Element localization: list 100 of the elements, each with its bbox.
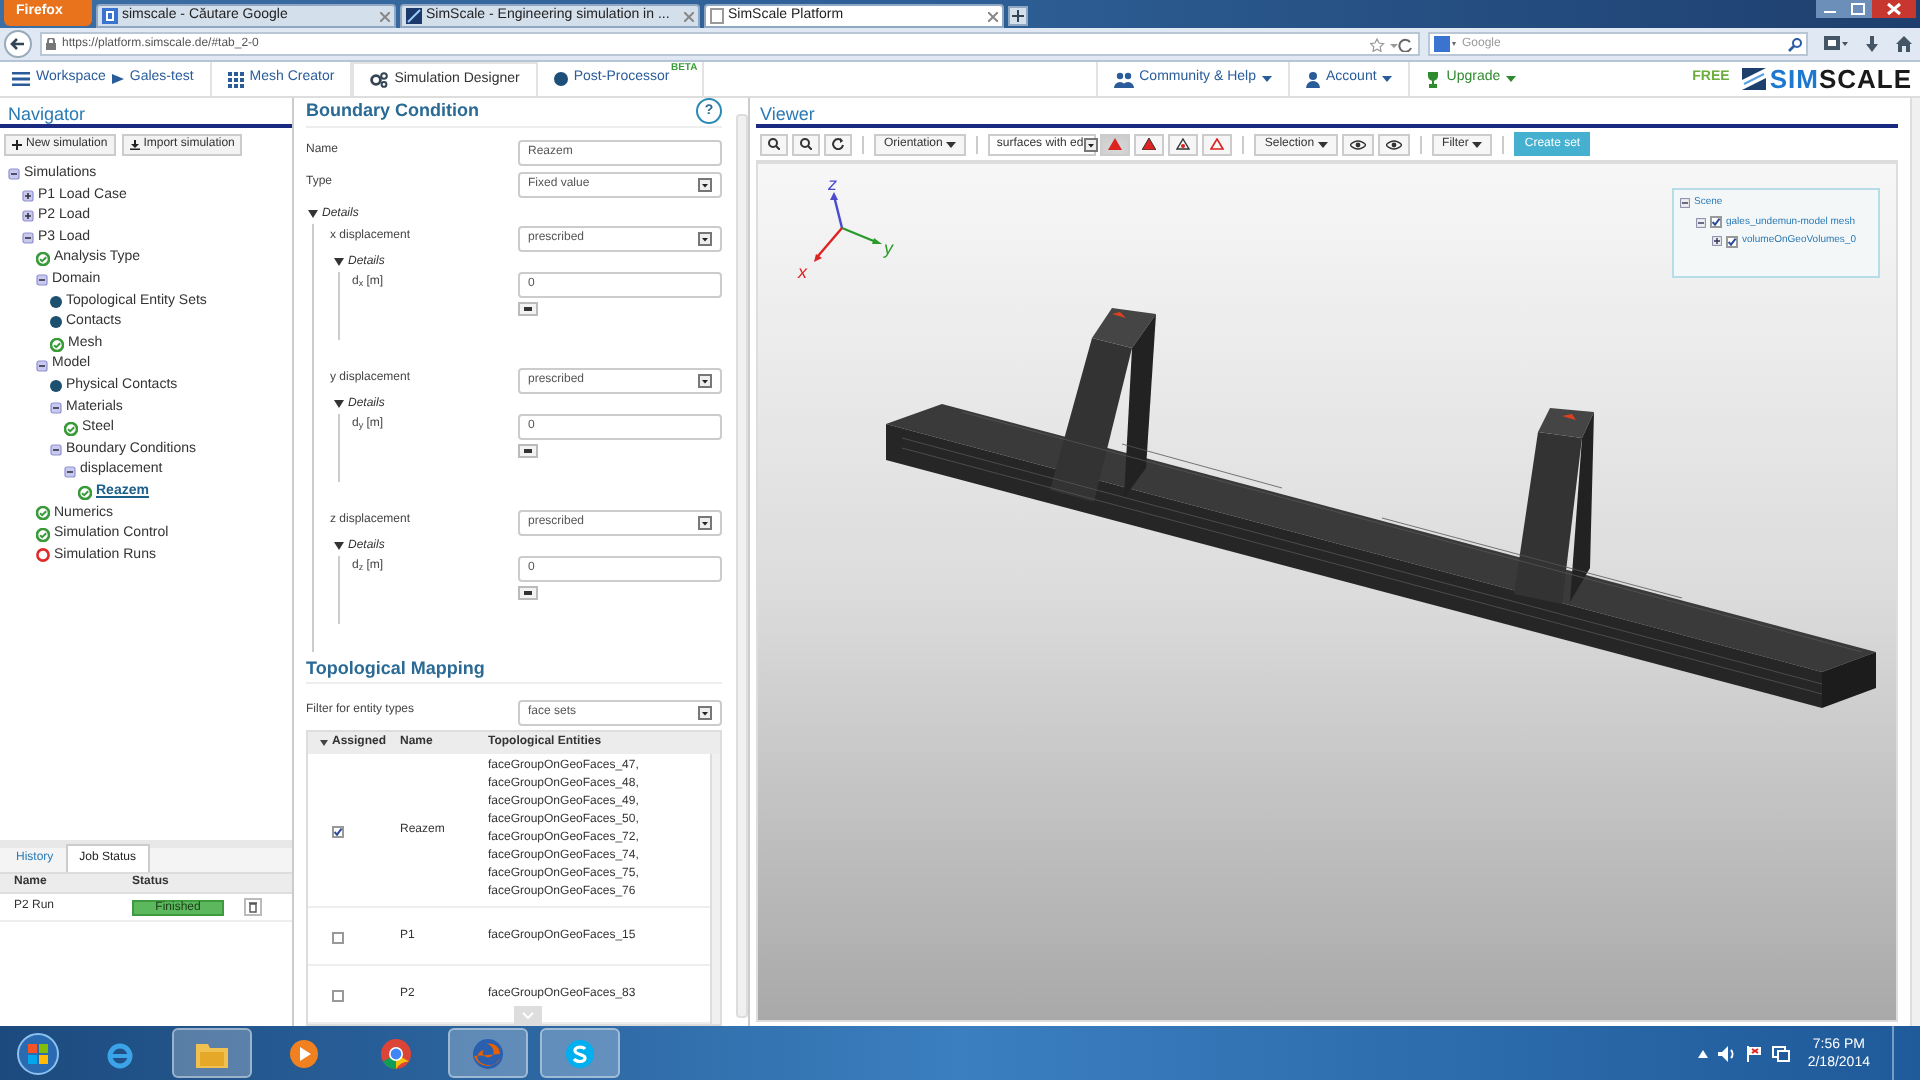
start-button[interactable] xyxy=(16,1031,60,1075)
y-axis: y xyxy=(841,226,893,258)
expanded-caret-icon[interactable] xyxy=(334,542,344,550)
z-axis: z xyxy=(828,174,844,229)
close-icon[interactable] xyxy=(380,11,390,21)
status-ok-icon xyxy=(50,337,64,352)
panel-title: Viewer xyxy=(756,98,1898,128)
collapse-icon[interactable] xyxy=(50,444,62,457)
triangle-icon xyxy=(1142,138,1157,150)
status-ok-icon xyxy=(36,527,50,542)
triangle-icon xyxy=(1108,138,1123,150)
logo-icon xyxy=(1741,68,1766,90)
render-mode-button[interactable] xyxy=(1134,133,1165,155)
dropdown-icon xyxy=(698,706,712,720)
gears-icon xyxy=(370,72,389,88)
render-mode-button[interactable] xyxy=(1168,133,1199,155)
section-title: Topological Mapping xyxy=(306,655,485,682)
flag-icon[interactable] xyxy=(1745,1045,1762,1061)
expanded-caret-icon[interactable] xyxy=(334,400,344,408)
bookmark-star-icon[interactable] xyxy=(1370,37,1414,51)
trash-icon[interactable] xyxy=(244,898,262,916)
home-icon[interactable] xyxy=(1896,36,1912,52)
tab-favicon-icon xyxy=(710,8,724,24)
network-icon[interactable] xyxy=(1771,1045,1790,1061)
minimize-icon[interactable] xyxy=(1816,0,1844,18)
status-dot-icon xyxy=(50,295,62,308)
caret-icon xyxy=(1382,76,1393,82)
speaker-icon[interactable] xyxy=(1717,1045,1736,1061)
expand-icon[interactable] xyxy=(22,189,34,202)
triangle-icon xyxy=(1210,138,1225,150)
close-icon[interactable] xyxy=(684,11,694,21)
dropdown-icon xyxy=(1083,137,1098,151)
taskbar-button[interactable] xyxy=(540,1028,620,1078)
section-title: Boundary Condition xyxy=(306,98,479,124)
close-icon[interactable] xyxy=(1872,0,1916,18)
collapse-icon[interactable] xyxy=(50,401,62,414)
eye-button[interactable] xyxy=(1342,133,1375,155)
checkbox[interactable] xyxy=(332,932,344,944)
chrome-like-icon xyxy=(380,1037,412,1069)
eye-button[interactable] xyxy=(1378,133,1411,155)
render-mode-button[interactable] xyxy=(1202,133,1233,155)
back-icon[interactable] xyxy=(4,30,32,58)
collapse-icon[interactable] xyxy=(8,168,20,181)
new-tab-button[interactable] xyxy=(1008,6,1028,26)
checkbox[interactable] xyxy=(332,990,344,1002)
status-ok-icon xyxy=(78,485,92,500)
taskbar-button[interactable] xyxy=(448,1028,528,1078)
status-ok-icon xyxy=(64,421,78,436)
expand-icon[interactable] xyxy=(22,210,34,223)
folder-icon xyxy=(196,1039,228,1067)
chat-s-icon xyxy=(564,1037,596,1069)
checkbox[interactable] xyxy=(1726,235,1738,248)
collapse-icon[interactable] xyxy=(64,465,76,478)
caret-icon xyxy=(1506,76,1517,82)
zoom-out-button[interactable] xyxy=(792,133,820,155)
render-mode-button[interactable] xyxy=(1100,133,1131,155)
checkbox[interactable] xyxy=(1710,216,1722,229)
magnifier-icon xyxy=(800,138,812,150)
checkbox[interactable] xyxy=(332,826,344,838)
download-icon[interactable] xyxy=(1864,36,1880,52)
collapse-icon[interactable] xyxy=(1696,217,1706,228)
expanded-caret-icon[interactable] xyxy=(308,210,318,218)
dropdown-icon xyxy=(698,515,712,529)
tab-favicon-icon xyxy=(406,8,422,24)
bookmarks-icon[interactable] xyxy=(1824,36,1848,52)
dropdown-icon xyxy=(698,373,712,387)
eye-icon xyxy=(1386,139,1403,149)
magnifier-icon xyxy=(768,138,780,150)
collapse-icon[interactable] xyxy=(36,359,48,372)
expand-icon[interactable] xyxy=(1712,236,1722,247)
expanded-caret-icon[interactable] xyxy=(334,258,344,266)
collapse-icon[interactable] xyxy=(22,232,34,245)
dropdown-icon xyxy=(698,231,712,245)
plus-icon xyxy=(12,140,22,150)
breadcrumb-arrow-icon xyxy=(111,74,124,84)
search-engine-icon[interactable] xyxy=(1434,36,1456,52)
dot-icon xyxy=(553,72,568,86)
play-icon xyxy=(288,1037,320,1069)
download-icon xyxy=(129,140,140,150)
x-axis: x xyxy=(798,227,843,282)
mesh-model-drawing[interactable] xyxy=(886,308,1876,708)
chevron-down-icon xyxy=(522,1012,534,1020)
panel-title: Navigator xyxy=(0,98,292,128)
refresh-icon xyxy=(832,138,844,150)
refresh-button[interactable] xyxy=(824,133,852,155)
eye-icon xyxy=(1350,139,1367,149)
collapse-icon[interactable] xyxy=(36,274,48,287)
trophy-icon xyxy=(1426,71,1441,87)
search-icon[interactable] xyxy=(1788,37,1802,51)
status-ok-icon xyxy=(36,252,50,267)
maximize-icon[interactable] xyxy=(1844,0,1872,18)
dropdown-icon xyxy=(698,177,712,191)
zoom-in-button[interactable] xyxy=(760,133,788,155)
grid-icon xyxy=(227,71,244,87)
collapse-icon[interactable] xyxy=(1680,198,1690,209)
caret-icon xyxy=(946,141,957,147)
person-icon xyxy=(1305,71,1320,87)
close-icon[interactable] xyxy=(988,11,998,21)
caret-icon xyxy=(1318,141,1329,147)
show-hidden-icon[interactable] xyxy=(1697,1049,1708,1057)
